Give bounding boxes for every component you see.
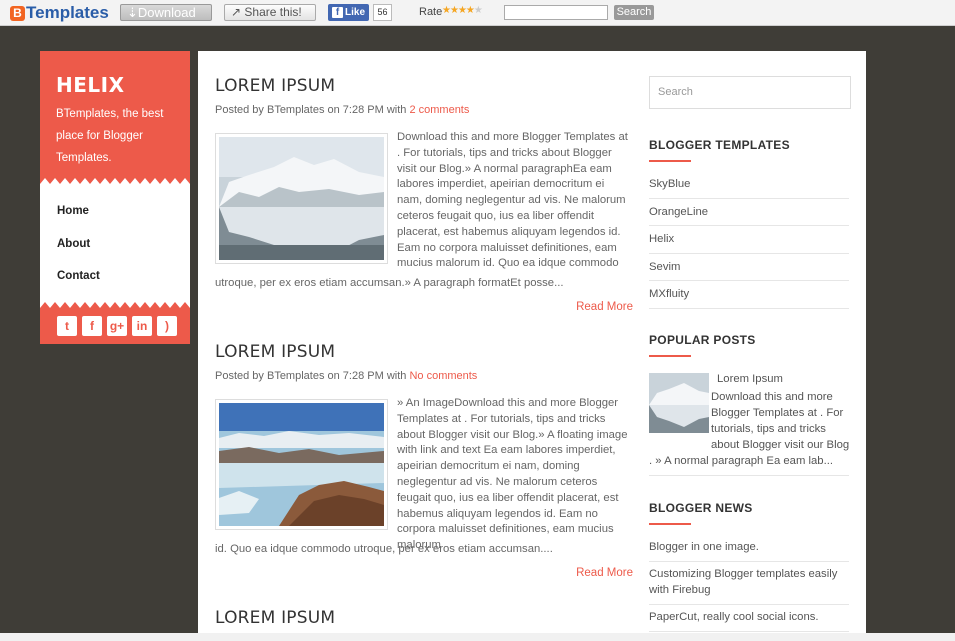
left-sidebar: HELIX BTemplates, the best place for Blo… xyxy=(40,51,190,344)
post: LOREM IPSUM Posted by BTemplates on 7:28… xyxy=(215,342,633,579)
content-card: LOREM IPSUM Posted by BTemplates on 7:28… xyxy=(198,51,866,641)
brand-text: Templates xyxy=(26,3,109,22)
blog-header: HELIX BTemplates, the best place for Blo… xyxy=(40,51,190,178)
widget-underline xyxy=(649,160,691,162)
rss-icon[interactable]: ) xyxy=(157,316,177,336)
nav-item-about[interactable]: About xyxy=(57,231,190,264)
post-title[interactable]: LOREM IPSUM xyxy=(215,342,625,362)
twitter-icon[interactable]: t xyxy=(57,316,77,336)
divider xyxy=(649,475,849,476)
comments-link[interactable]: No comments xyxy=(409,370,477,382)
widget-title-news: BLOGGER NEWS xyxy=(649,501,753,515)
list-item[interactable]: MXfluity xyxy=(649,281,849,309)
brand-letter: B xyxy=(10,5,25,21)
widget-underline xyxy=(649,523,691,525)
blog-description: BTemplates, the best place for Blogger T… xyxy=(56,108,164,164)
popular-post-excerpt: Download this and more Blogger Templates… xyxy=(649,389,851,469)
main-navigation: Home About Contact xyxy=(40,184,190,302)
facebook-icon[interactable]: f xyxy=(82,316,102,336)
float-spacer xyxy=(649,405,711,453)
post: LOREM IPSUM Posted by BTemplates on 7:28… xyxy=(215,76,633,313)
list-item[interactable]: PaperCut, really cool social icons. xyxy=(649,605,849,632)
glacier-image xyxy=(219,137,384,260)
star-icon[interactable]: ★ xyxy=(450,5,459,16)
post-title[interactable]: LOREM IPSUM xyxy=(215,608,625,628)
list-item[interactable]: Helix xyxy=(649,226,849,254)
post-meta-text: Posted by BTemplates on 7:28 PM with xyxy=(215,370,407,382)
star-icon[interactable]: ★ xyxy=(458,5,467,16)
facebook-icon: f xyxy=(332,7,343,18)
zigzag-divider xyxy=(40,178,190,184)
like-label: Like xyxy=(345,7,366,18)
read-more-link[interactable]: Read More xyxy=(576,567,633,579)
list-item[interactable]: Blogger in one image. xyxy=(649,535,849,562)
widget-underline xyxy=(649,355,691,357)
list-item[interactable]: SkyBlue xyxy=(649,171,849,199)
post-thumbnail[interactable] xyxy=(215,399,388,530)
list-item[interactable]: Sevim xyxy=(649,254,849,281)
post-meta-text: Posted by BTemplates on 7:28 PM with xyxy=(215,104,407,116)
post-meta: Posted by BTemplates on 7:28 PM with No … xyxy=(215,370,625,382)
social-icons: t f g+ in ) xyxy=(40,308,190,344)
comments-link[interactable]: 2 comments xyxy=(409,104,469,116)
list-item[interactable]: OrangeLine xyxy=(649,199,849,226)
like-count: 56 xyxy=(373,4,392,21)
post-excerpt-continued: utroque, per ex eros etiam accumsan.» A … xyxy=(215,277,564,289)
blog-title[interactable]: HELIX xyxy=(56,73,174,97)
read-more-link[interactable]: Read More xyxy=(576,301,633,313)
top-toolbar: B Templates ⇣Download ↗ Share this! f Lik… xyxy=(0,0,955,26)
toolbar-search-input[interactable] xyxy=(504,5,608,20)
templates-list: SkyBlue OrangeLine Helix Sevim MXfluity xyxy=(649,171,849,309)
share-button[interactable]: ↗ Share this! xyxy=(224,4,316,21)
list-item[interactable]: Customizing Blogger templates easily wit… xyxy=(649,562,849,605)
google-plus-icon[interactable]: g+ xyxy=(107,316,127,336)
post-excerpt-continued: id. Quo ea idque commodo utroque, per ex… xyxy=(215,543,553,555)
facebook-like-button[interactable]: f Like xyxy=(328,4,369,21)
zigzag-divider xyxy=(40,302,190,308)
rate-label: Rate xyxy=(419,6,443,18)
post-thumbnail[interactable] xyxy=(215,133,388,264)
nav-item-home[interactable]: Home xyxy=(57,198,190,231)
rating-stars[interactable]: ★★★★★ xyxy=(442,5,483,16)
toolbar-search-button[interactable]: Search xyxy=(614,5,654,20)
post-title[interactable]: LOREM IPSUM xyxy=(215,76,625,96)
sidebar-search-input[interactable]: Search xyxy=(649,76,851,109)
widget-title-popular: POPULAR POSTS xyxy=(649,333,756,347)
nav-item-contact[interactable]: Contact xyxy=(57,263,190,296)
float-spacer xyxy=(649,389,711,405)
star-icon[interactable]: ★ xyxy=(474,5,483,16)
post: LOREM IPSUM xyxy=(215,608,625,628)
antarctic-landscape-image xyxy=(219,403,384,526)
star-icon[interactable]: ★ xyxy=(442,5,451,16)
btemplates-logo[interactable]: B Templates xyxy=(10,3,109,23)
news-list: Blogger in one image. Customizing Blogge… xyxy=(649,535,849,632)
popular-post-title[interactable]: Lorem Ipsum xyxy=(717,373,783,385)
post-excerpt: » An ImageDownload this and more Blogger… xyxy=(397,397,628,552)
post-meta: Posted by BTemplates on 7:28 PM with 2 c… xyxy=(215,104,625,116)
star-icon[interactable]: ★ xyxy=(466,5,475,16)
download-button[interactable]: ⇣Download xyxy=(120,4,212,21)
post-excerpt: Download this and more Blogger Templates… xyxy=(397,131,628,270)
linkedin-icon[interactable]: in xyxy=(132,316,152,336)
bottom-strip xyxy=(0,633,955,641)
widget-title-templates: BLOGGER TEMPLATES xyxy=(649,138,790,152)
